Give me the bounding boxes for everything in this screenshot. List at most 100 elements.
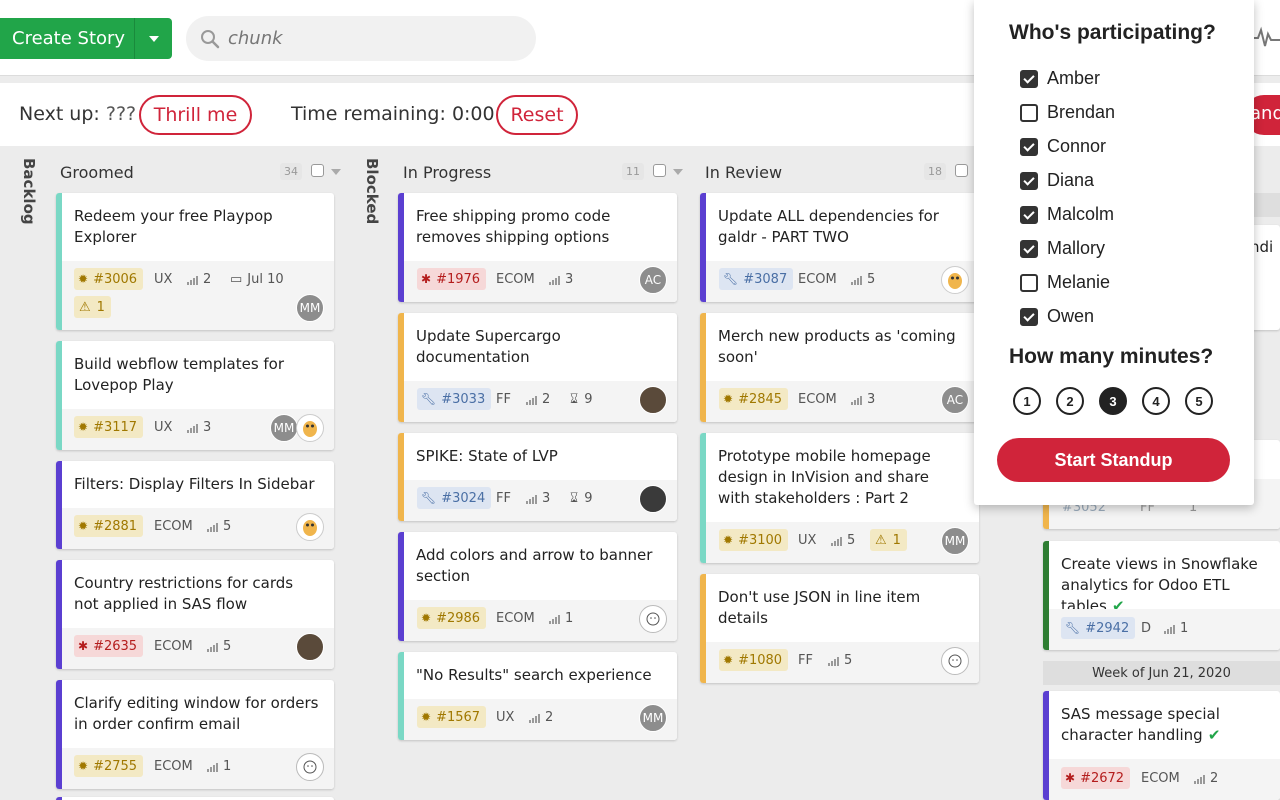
avatar[interactable]: MM: [639, 704, 667, 732]
participant-checkbox[interactable]: [1020, 239, 1038, 258]
feature-icon: ✹: [723, 392, 734, 406]
minutes-option-2[interactable]: 2: [1056, 387, 1084, 415]
user-photo-avatar[interactable]: [296, 633, 324, 661]
points-value: 3: [565, 272, 574, 287]
avatar[interactable]: MM: [941, 527, 969, 555]
participant-checkbox[interactable]: [1020, 103, 1038, 122]
participant-mallory[interactable]: Mallory: [1020, 238, 1105, 259]
chevron-down-icon[interactable]: [331, 169, 341, 175]
story-id-badge[interactable]: 🔧︎ #3033: [417, 388, 492, 410]
bug-icon: ✱: [1065, 771, 1076, 785]
avatar[interactable]: MM: [270, 414, 298, 442]
warning-count: 1: [892, 532, 901, 548]
activity-icon[interactable]: [1252, 26, 1280, 50]
chevron-down-icon: [148, 35, 159, 42]
story-id-badge[interactable]: ✹ #2881: [74, 515, 144, 537]
search-input[interactable]: [228, 28, 518, 49]
participant-connor[interactable]: Connor: [1020, 136, 1106, 157]
story-id: #2881: [93, 518, 138, 534]
sketch-avatar-icon[interactable]: [639, 605, 667, 633]
points-value: 1: [223, 759, 232, 774]
column-select-checkbox[interactable]: [653, 164, 666, 177]
avatar[interactable]: AC: [639, 266, 667, 294]
participant-checkbox[interactable]: [1020, 137, 1038, 156]
story-id-badge[interactable]: ✹ #3100: [719, 529, 789, 551]
participant-name: Connor: [1047, 136, 1107, 156]
card-title: Merch new products as 'coming soon': [718, 327, 956, 366]
minutes-heading: How many minutes?: [1009, 345, 1214, 368]
story-id-badge[interactable]: ✱ #2672: [1061, 767, 1131, 789]
participant-owen[interactable]: Owen: [1020, 306, 1094, 327]
team-label: UX: [154, 420, 173, 435]
participant-amber[interactable]: Amber: [1020, 68, 1100, 89]
participants-heading: Who's participating?: [1009, 21, 1216, 44]
story-id-badge[interactable]: 🔧︎ #3024: [417, 487, 492, 509]
column-select-checkbox[interactable]: [955, 164, 968, 177]
participant-checkbox[interactable]: [1020, 171, 1038, 190]
card-title: Clarify editing window for orders in ord…: [74, 694, 319, 733]
user-photo-avatar[interactable]: [639, 386, 667, 414]
minutes-option-5[interactable]: 5: [1185, 387, 1213, 415]
participant-diana[interactable]: Diana: [1020, 170, 1094, 191]
feature-icon: ✹: [723, 653, 734, 667]
story-id-badge[interactable]: 🔧︎ #2942: [1061, 617, 1136, 639]
story-id-badge[interactable]: ✹ #2986: [417, 607, 487, 629]
story-id-badge[interactable]: ✹ #3006: [74, 268, 144, 290]
owl-avatar-icon[interactable]: [296, 513, 324, 541]
story-id-badge[interactable]: ✹ #1080: [719, 649, 789, 671]
points-value: 2: [1210, 771, 1219, 786]
create-dropdown-button[interactable]: [135, 35, 172, 42]
minutes-option-1[interactable]: 1: [1013, 387, 1041, 415]
feature-icon: ✹: [421, 611, 432, 625]
bug-icon: ✱: [78, 639, 89, 653]
column-title: In Progress: [403, 162, 492, 182]
participant-name: Owen: [1047, 306, 1095, 326]
owl-avatar-icon[interactable]: [941, 266, 969, 294]
avatar[interactable]: MM: [296, 294, 324, 322]
create-story-label[interactable]: Create Story: [0, 28, 134, 49]
story-id: #3024: [441, 490, 486, 506]
story-id-badge[interactable]: ✹ #2755: [74, 755, 144, 777]
column-select-checkbox[interactable]: [311, 164, 324, 177]
points: 5: [207, 519, 231, 534]
story-id-badge[interactable]: ✹ #1567: [417, 706, 487, 728]
story-id-badge[interactable]: ✱ #1976: [417, 268, 487, 290]
estimate-icon: [526, 395, 537, 405]
card-title: Add colors and arrow to banner section: [416, 546, 653, 585]
participant-brendan[interactable]: Brendan: [1020, 102, 1115, 123]
column-backlog-collapsed[interactable]: Backlog: [20, 158, 38, 225]
warning-icon: ⚠: [875, 532, 887, 548]
sketch-avatar-icon[interactable]: [941, 647, 969, 675]
column-blocked-collapsed[interactable]: Blocked: [363, 158, 381, 224]
participant-malcolm[interactable]: Malcolm: [1020, 204, 1114, 225]
minutes-option-4[interactable]: 4: [1142, 387, 1170, 415]
avatar[interactable]: AC: [941, 386, 969, 414]
story-id-badge[interactable]: ✱ #2635: [74, 635, 144, 657]
chevron-down-icon[interactable]: [673, 169, 683, 175]
minutes-option-3[interactable]: 3: [1099, 387, 1127, 415]
story-id-badge[interactable]: ✹ #2845: [719, 388, 789, 410]
thrill-me-button[interactable]: Thrill me: [139, 95, 252, 135]
card-title: Create views in Snowflake analytics for …: [1061, 555, 1258, 615]
search-box[interactable]: [186, 16, 536, 61]
warning-badge[interactable]: ⚠ 1: [74, 296, 111, 318]
story-id-badge[interactable]: 🔧︎ #3087: [719, 268, 794, 290]
card-title: Update Supercargo documentation: [416, 327, 561, 366]
participant-checkbox[interactable]: [1020, 205, 1038, 224]
next-up-label: Next up:: [19, 103, 100, 125]
participant-checkbox[interactable]: [1020, 307, 1038, 326]
participant-melanie[interactable]: Melanie: [1020, 272, 1110, 293]
warning-badge[interactable]: ⚠ 1: [870, 529, 907, 551]
card-title: Build webflow templates for Lovepop Play: [74, 355, 285, 394]
start-standup-button[interactable]: Start Standup: [997, 438, 1230, 482]
participant-checkbox[interactable]: [1020, 69, 1038, 88]
owl-avatar-icon[interactable]: [296, 414, 324, 442]
card-title: Prototype mobile homepage design in InVi…: [718, 447, 931, 507]
create-story-button[interactable]: Create Story: [0, 18, 172, 59]
card-title: Redeem your free Playpop Explorer: [74, 207, 273, 246]
reset-button[interactable]: Reset: [496, 95, 578, 135]
dog-photo-avatar[interactable]: [639, 485, 667, 513]
participant-checkbox[interactable]: [1020, 273, 1038, 292]
sketch-avatar-icon[interactable]: [296, 753, 324, 781]
story-id-badge[interactable]: ✹ #3117: [74, 416, 144, 438]
